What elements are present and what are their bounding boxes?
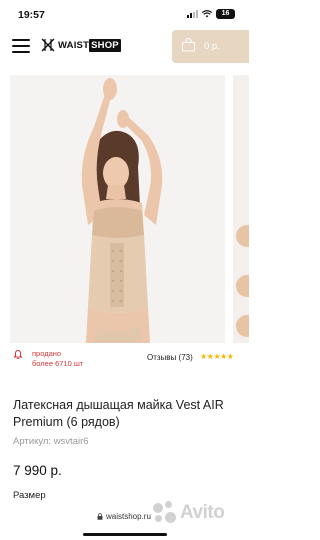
product-article: Артикул: wsvtair6 — [13, 436, 89, 447]
product-price: 7 990 р. — [13, 463, 62, 478]
url-display[interactable]: waistshop.ru — [97, 512, 151, 521]
sales-rating-row: продано более 6710 шт Отзывы (73) ★★★★★ — [0, 347, 249, 373]
status-icons: 16 — [187, 9, 235, 19]
product-gallery[interactable] — [0, 75, 249, 343]
product-title: Латексная дышащая майка Vest AIR Premium… — [13, 398, 224, 429]
product-photo-illustration — [10, 75, 225, 343]
avito-watermark: Avito — [151, 500, 225, 526]
sold-icon — [13, 349, 23, 360]
menu-icon[interactable] — [12, 39, 30, 53]
logo[interactable]: WAIST SHOP — [41, 38, 121, 52]
sold-count: продано более 6710 шт — [32, 349, 84, 368]
logo-mark-icon — [41, 38, 55, 52]
shopping-bag-icon — [181, 38, 196, 52]
logo-text: WAIST SHOP — [58, 38, 121, 52]
status-time: 19:57 — [18, 9, 45, 21]
product-photo[interactable] — [10, 75, 225, 343]
battery-icon: 16 — [216, 9, 235, 19]
cart-total: 0 р. — [204, 41, 220, 52]
status-bar: 19:57 16 — [0, 0, 249, 30]
reviews-link[interactable]: Отзывы (73) — [147, 353, 193, 362]
site-header: WAIST SHOP 0 р. — [0, 30, 249, 66]
avito-logo-icon — [151, 500, 177, 526]
signal-icon — [187, 10, 198, 18]
next-photo-thumbnail[interactable] — [233, 75, 249, 343]
home-indicator — [83, 533, 167, 536]
wifi-icon — [202, 10, 212, 18]
cart-button[interactable]: 0 р. — [172, 30, 249, 63]
lock-icon — [97, 513, 103, 520]
rating-stars: ★★★★★ — [200, 352, 234, 361]
watermark-text: Avito — [180, 502, 225, 523]
